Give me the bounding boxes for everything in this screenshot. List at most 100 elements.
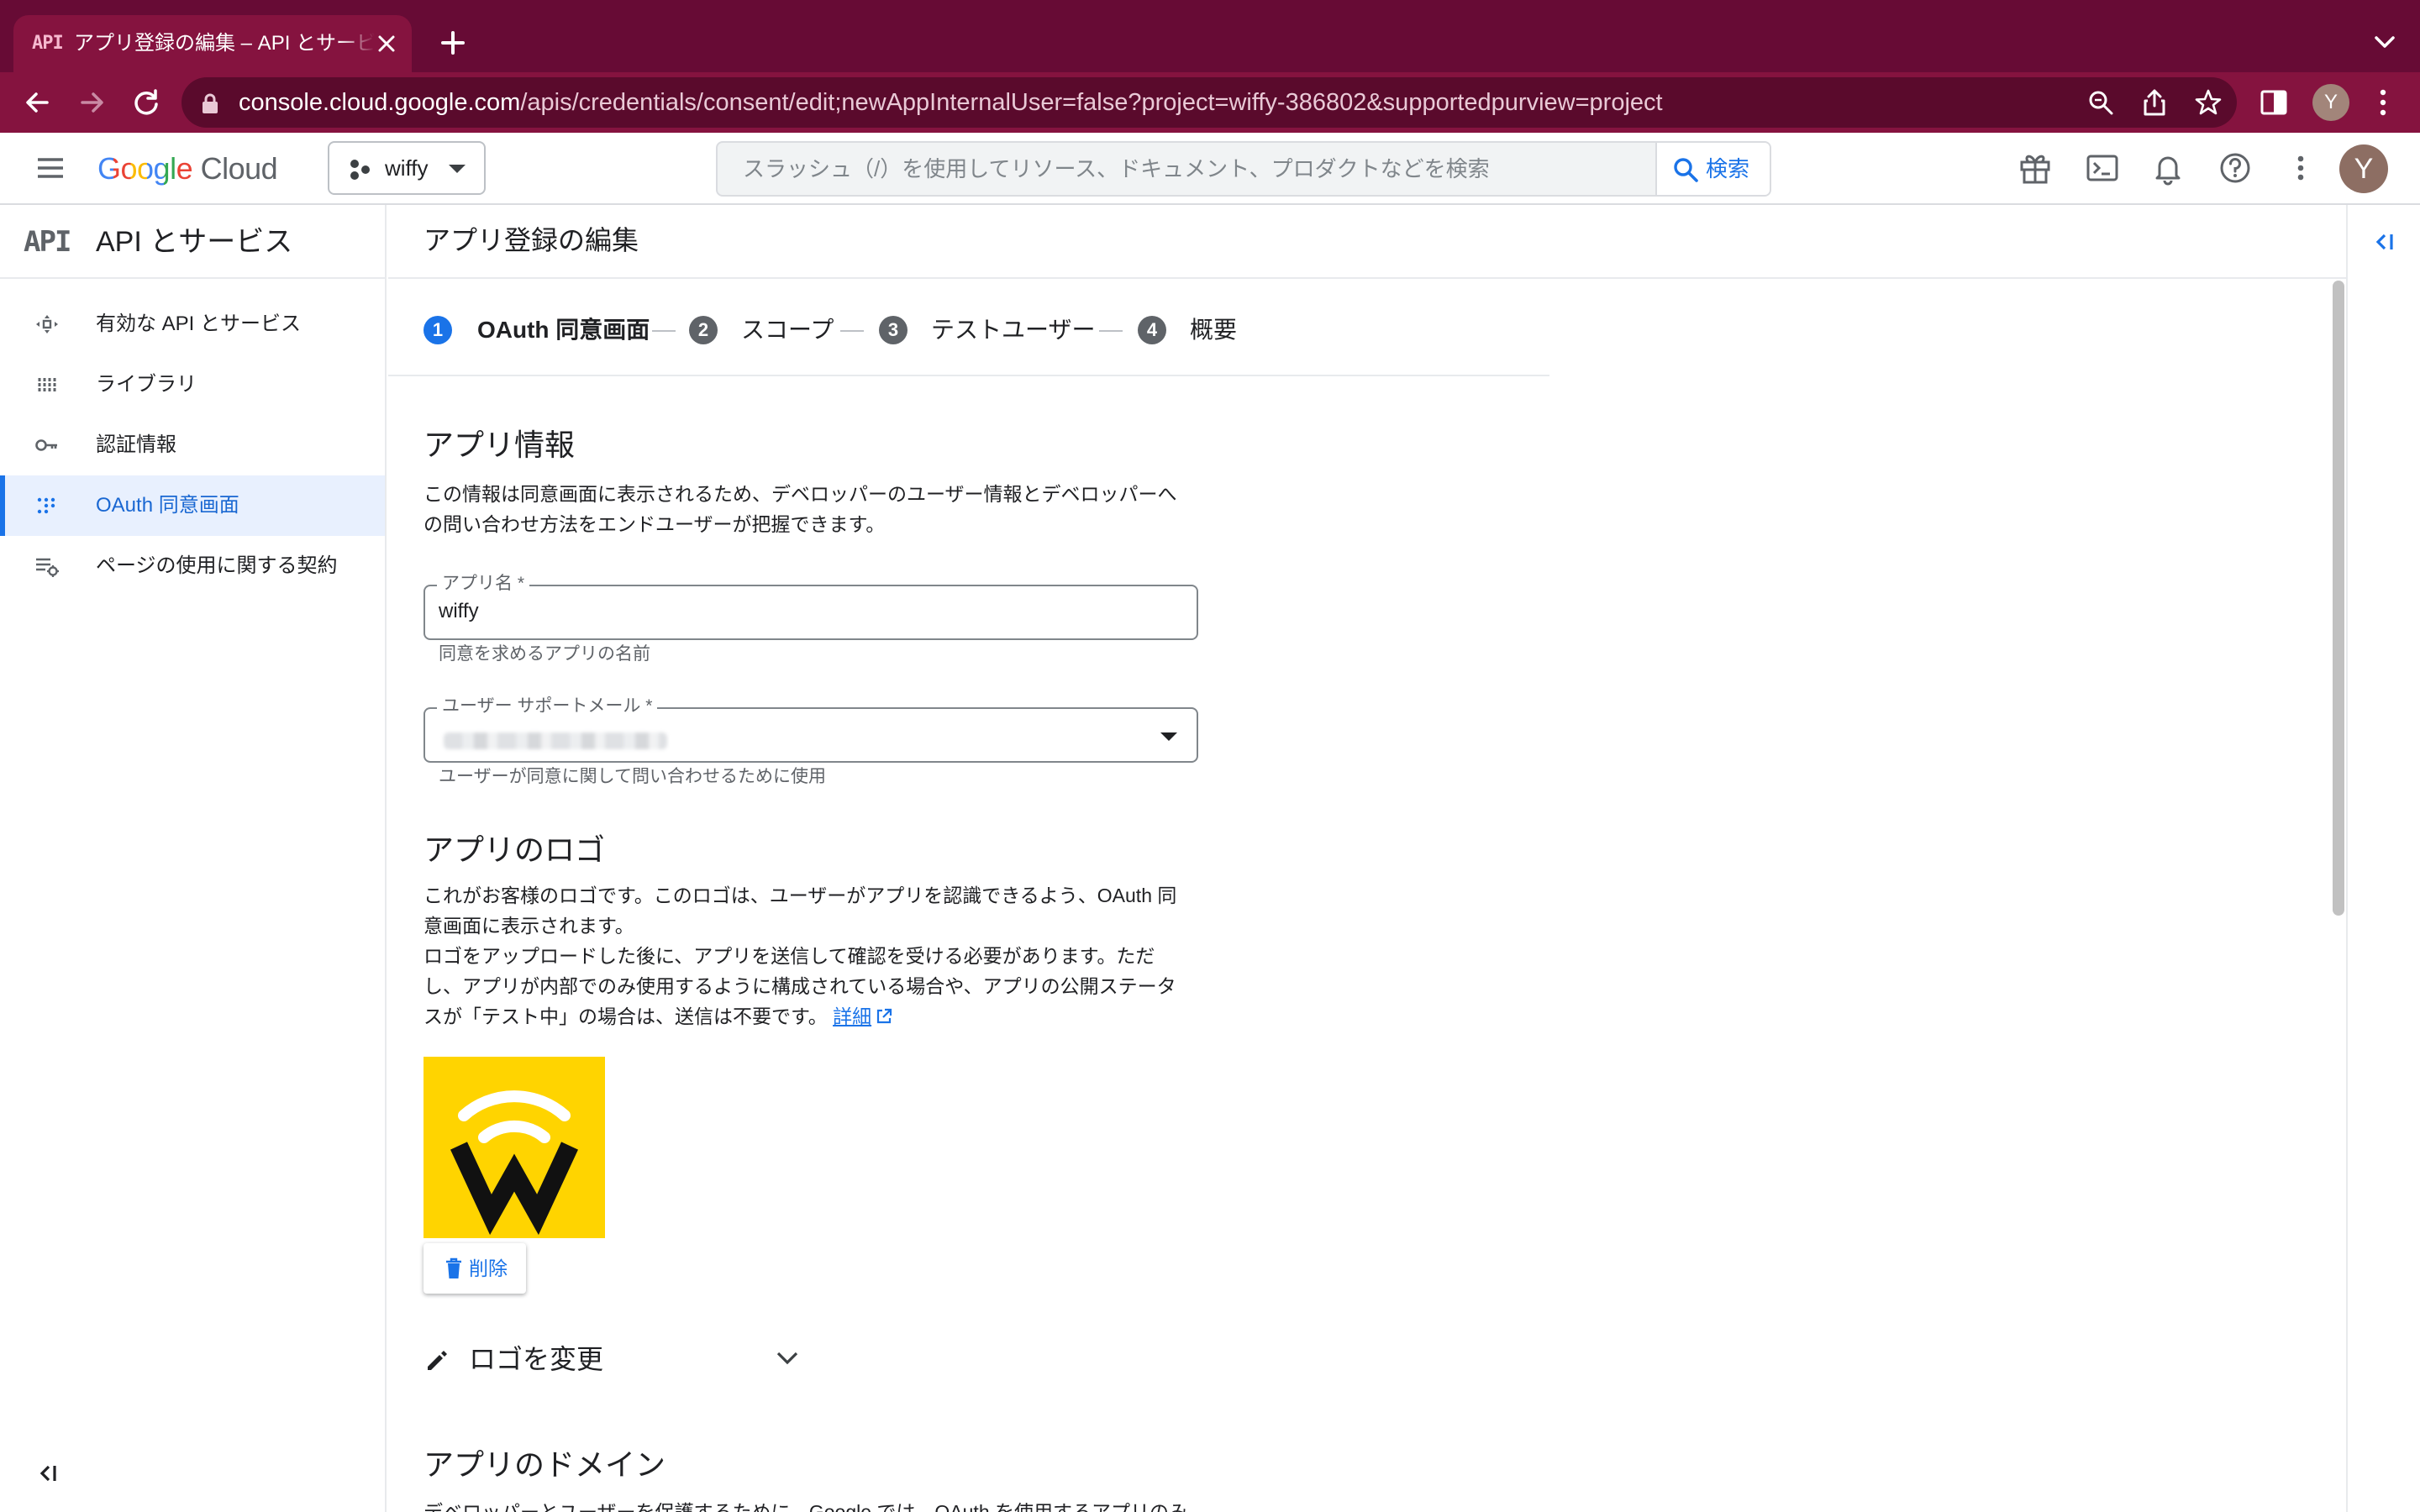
step-label: テストユーザー <box>931 317 1096 343</box>
desc-line-with-link: スが「テスト中」の場合は、送信は不要です。 詳細 <box>424 1001 1197 1032</box>
sidebar-item-credentials[interactable]: 認証情報 <box>0 415 385 475</box>
new-tab-plus-icon[interactable] <box>432 22 474 64</box>
desc-line: これがお客様のロゴです。このロゴは、ユーザーがアプリを認識できるよう、OAuth… <box>424 885 1177 906</box>
zoom-icon[interactable] <box>2086 87 2116 118</box>
search-button[interactable]: 検索 <box>1655 143 1770 195</box>
logo-cloud-text: Cloud <box>200 151 278 186</box>
dropdown-arrow-icon[interactable] <box>1160 731 1178 743</box>
help-icon[interactable] <box>2217 150 2254 186</box>
details-link-label: 詳細 <box>833 1005 872 1027</box>
details-link[interactable]: 詳細 <box>833 1005 893 1027</box>
search-input[interactable] <box>718 143 1657 195</box>
right-panel-strip <box>2346 205 2420 1512</box>
step-connector <box>840 330 864 332</box>
url-host: console.cloud.google.com <box>239 89 521 116</box>
lock-icon[interactable] <box>200 92 220 114</box>
step-number: 4 <box>1138 316 1166 344</box>
trash-icon <box>446 1257 461 1278</box>
open-in-new-icon <box>876 1008 892 1024</box>
chevron-down-icon <box>776 1352 798 1365</box>
sidebar-item-label: 認証情報 <box>96 433 176 456</box>
expand-panel-icon[interactable] <box>2370 227 2400 257</box>
sidebar-item-label: OAuth 同意画面 <box>96 494 239 517</box>
forward-arrow-icon[interactable] <box>76 86 109 119</box>
app-name-field[interactable]: アプリ名 * <box>424 573 1198 640</box>
change-logo-label: ロゴを変更 <box>469 1344 604 1374</box>
google-cloud-logo[interactable]: Google Cloud <box>97 148 278 190</box>
desc-line: の問い合わせ方法をエンドユーザーが把握できます。 <box>424 513 886 535</box>
app-domain-heading: アプリのドメイン <box>424 1447 666 1482</box>
step-label: 概要 <box>1190 317 1238 343</box>
change-logo-expander[interactable]: ロゴを変更 <box>424 1336 810 1383</box>
tab-title: アプリ登録の編集 – API とサービス <box>74 32 375 55</box>
redacted-email-value <box>444 732 667 749</box>
app-info-heading: アプリ情報 <box>424 428 576 462</box>
app-name-label: アプリ名 * <box>437 573 530 595</box>
browser-toolbar: console.cloud.google.com/apis/credential… <box>0 72 2420 133</box>
support-email-label: ユーザー サポートメール * <box>437 696 658 717</box>
step-connector <box>652 330 676 332</box>
console-header: Google Cloud wiffy 検索 Y <box>0 133 2420 205</box>
collapse-sidebar-icon[interactable] <box>32 1458 62 1488</box>
settings-list-icon <box>36 558 59 577</box>
desc-line: 意画面に表示されます。 <box>424 915 634 937</box>
divider <box>388 375 1549 376</box>
app-info-description: この情報は同意画面に表示されるため、デベロッパーのユーザー情報とデベロッパーへ … <box>424 479 1197 539</box>
desc-line: ロゴをアップロードした後に、アプリを送信して確認を受ける必要があります。ただ <box>424 945 1155 967</box>
hamburger-menu-icon[interactable] <box>34 151 67 185</box>
gift-icon[interactable] <box>2017 150 2054 186</box>
api-logo-icon: API <box>24 225 71 259</box>
search-bar[interactable]: 検索 <box>716 141 1771 197</box>
browser-menu-icon[interactable] <box>2365 84 2402 121</box>
step-number: 1 <box>424 316 452 344</box>
app-logo-description: これがお客様のロゴです。このロゴは、ユーザーがアプリを認識できるよう、OAuth… <box>424 880 1197 1032</box>
sidebar-header: API API とサービス <box>0 205 385 279</box>
back-arrow-icon[interactable] <box>20 86 54 119</box>
logo-google-text: Google <box>97 151 193 186</box>
notifications-bell-icon[interactable] <box>2149 150 2186 186</box>
app-name-input[interactable] <box>439 598 1161 625</box>
app-logo-heading: アプリのロゴ <box>424 832 606 867</box>
desc-line: スが「テスト中」の場合は、送信は不要です。 <box>424 1005 828 1027</box>
address-bar[interactable]: console.cloud.google.com/apis/credential… <box>182 77 2237 128</box>
project-hierarchy-icon <box>350 160 370 180</box>
divider <box>388 277 2346 279</box>
sidebar-item-library[interactable]: ライブラリ <box>0 354 385 415</box>
step-number: 2 <box>689 316 718 344</box>
delete-logo-button[interactable]: 削除 <box>424 1243 526 1294</box>
search-button-label: 検索 <box>1706 156 1750 181</box>
project-name: wiffy <box>385 155 429 181</box>
scrollbar-thumb[interactable] <box>2333 281 2344 916</box>
more-options-icon[interactable] <box>2282 150 2319 186</box>
browser-profile-avatar[interactable]: Y <box>2312 84 2349 121</box>
close-icon[interactable] <box>370 27 403 60</box>
desc-line: し、アプリが内部でのみ使用するように構成されている場合や、アプリの公開ステータ <box>424 975 1176 997</box>
caret-down-icon <box>449 165 466 173</box>
consent-grid-icon <box>37 497 55 514</box>
url-path: /apis/credentials/consent/edit;newAppInt… <box>520 89 1663 116</box>
app-logo-image <box>424 1057 605 1238</box>
sidebar-item-page-usage-agreements[interactable]: ページの使用に関する契約 <box>0 536 385 596</box>
sidebar-title: API とサービス <box>96 226 293 258</box>
page-title: アプリ登録の編集 <box>424 225 639 255</box>
reload-icon[interactable] <box>129 86 163 119</box>
sidebar-nav: API API とサービス 有効な API とサービス ライブラリ 認証情報 O… <box>0 205 387 1512</box>
sidebar-item-oauth-consent[interactable]: OAuth 同意画面 <box>0 475 385 536</box>
app-domain-description: デベロッパーとユーザーを保護するために、Google では、OAuth を使用す… <box>424 1501 1189 1512</box>
side-panel-icon[interactable] <box>2255 84 2292 121</box>
sidebar-item-enabled-apis[interactable]: 有効な API とサービス <box>0 294 385 354</box>
support-email-hint: ユーザーが同意に関して問い合わせるために使用 <box>439 767 826 786</box>
project-picker[interactable]: wiffy <box>328 141 486 195</box>
bookmark-star-icon[interactable] <box>2193 87 2223 118</box>
share-icon[interactable] <box>2139 87 2170 118</box>
account-avatar[interactable]: Y <box>2339 144 2388 193</box>
sidebar-item-label: ページの使用に関する契約 <box>96 554 338 577</box>
pencil-edit-icon <box>428 1351 447 1370</box>
tab-search-chevron-icon[interactable] <box>2368 25 2402 59</box>
url-text[interactable]: console.cloud.google.com/apis/credential… <box>239 77 1663 128</box>
desc-line: この情報は同意画面に表示されるため、デベロッパーのユーザー情報とデベロッパーへ <box>424 483 1177 505</box>
browser-tab[interactable]: API アプリ登録の編集 – API とサービス <box>13 15 412 72</box>
step-label: スコープ <box>741 317 834 343</box>
cloud-shell-terminal-icon[interactable] <box>2084 150 2121 186</box>
user-support-email-select[interactable]: ユーザー サポートメール * <box>424 696 1198 763</box>
